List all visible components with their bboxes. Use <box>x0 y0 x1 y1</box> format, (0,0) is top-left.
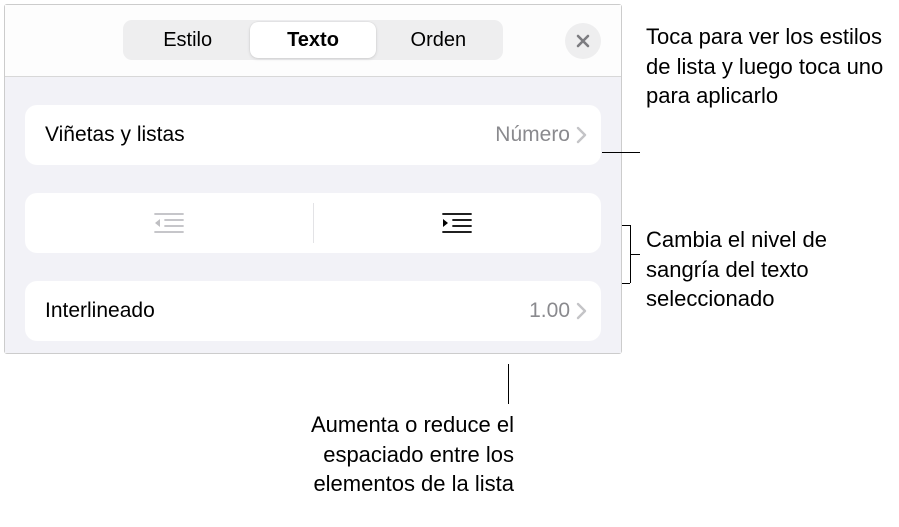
annotation-spacing: Aumenta o reduce el espaciado entre los … <box>266 410 514 499</box>
annotation-indent: Cambia el nivel de sangría del texto sel… <box>646 225 886 314</box>
close-icon <box>575 33 591 49</box>
annotation-bullets: Toca para ver los estilos de lista y lue… <box>646 22 886 111</box>
format-panel: Estilo Texto Orden Viñetas y listas Núme… <box>4 4 622 354</box>
line-spacing-row[interactable]: Interlineado 1.00 <box>25 281 601 341</box>
callout-line <box>630 254 640 255</box>
outdent-button[interactable] <box>25 193 313 253</box>
callout-line <box>622 225 630 226</box>
outdent-icon <box>153 211 185 235</box>
callout-line <box>622 283 630 284</box>
bullets-value: Número <box>495 123 570 147</box>
bullets-label: Viñetas y listas <box>45 123 495 147</box>
indent-row <box>25 193 601 253</box>
tab-text[interactable]: Texto <box>250 22 375 58</box>
line-spacing-label: Interlineado <box>45 299 529 323</box>
indent-icon <box>441 211 473 235</box>
line-spacing-value: 1.00 <box>529 299 570 323</box>
chevron-right-icon <box>576 302 587 320</box>
chevron-right-icon <box>576 126 587 144</box>
tab-order[interactable]: Orden <box>376 22 501 58</box>
callout-line <box>602 152 640 153</box>
panel-header: Estilo Texto Orden <box>5 5 621 77</box>
callout-line <box>508 364 509 404</box>
panel-content: Viñetas y listas Número <box>5 77 621 353</box>
indent-button[interactable] <box>314 193 602 253</box>
close-button[interactable] <box>565 23 601 59</box>
tab-style[interactable]: Estilo <box>125 22 250 58</box>
segmented-control: Estilo Texto Orden <box>123 20 503 60</box>
bullets-lists-row[interactable]: Viñetas y listas Número <box>25 105 601 165</box>
